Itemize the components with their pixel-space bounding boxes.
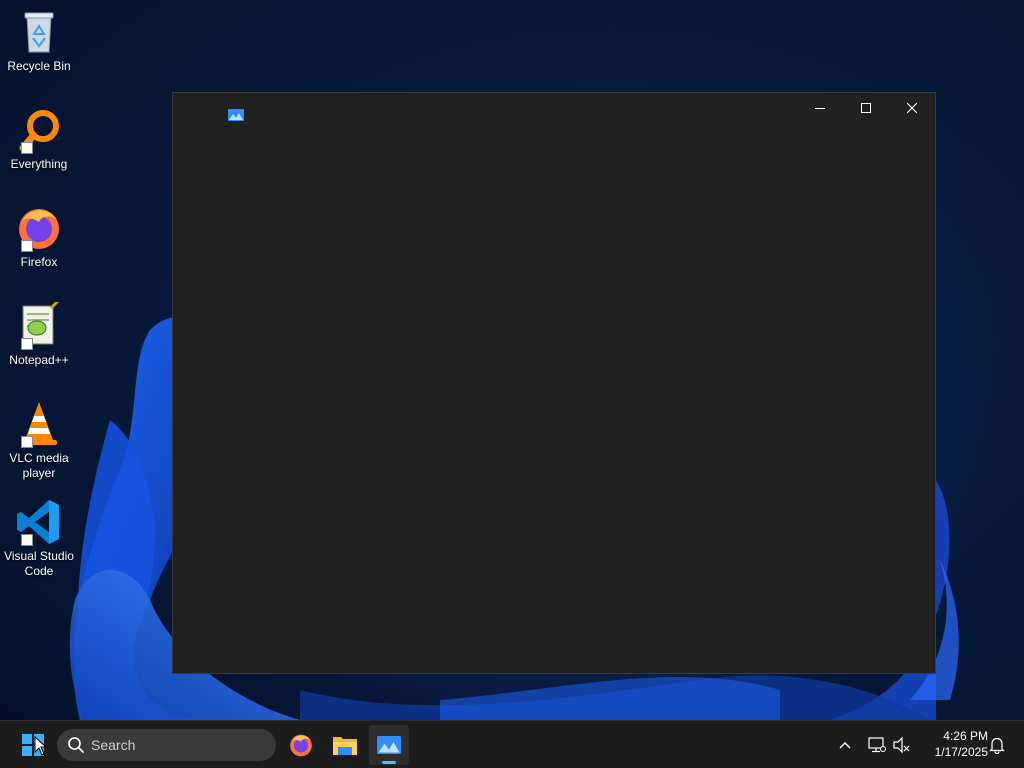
chevron-up-icon	[839, 742, 851, 749]
active-app-indicator	[382, 761, 396, 764]
maximize-icon	[861, 103, 871, 113]
firefox-icon	[290, 734, 312, 757]
photos-app-icon	[377, 736, 401, 754]
maximize-button[interactable]	[843, 93, 889, 123]
folder-icon	[333, 737, 357, 755]
bell-icon	[989, 737, 1005, 754]
desktop-icon-label: Everything	[10, 157, 68, 171]
window-titlebar[interactable]	[173, 93, 935, 123]
shortcut-arrow-icon	[21, 338, 33, 350]
vlc-cone-icon	[15, 400, 63, 448]
search-icon	[68, 737, 84, 753]
close-button[interactable]	[889, 93, 935, 123]
vscode-icon	[15, 498, 63, 546]
photos-app-icon	[228, 109, 244, 121]
desktop-icon-recycle-bin[interactable]: Recycle Bin	[2, 8, 76, 74]
taskbar-clock[interactable]: 4:26 PM 1/17/2025	[918, 728, 988, 760]
everything-search-icon	[15, 106, 63, 154]
minimize-button[interactable]	[797, 93, 843, 123]
app-window[interactable]	[172, 92, 936, 674]
desktop-icon-label: VLC media player	[9, 451, 69, 480]
desktop-icon-firefox[interactable]: Firefox	[2, 204, 76, 270]
desktop-icon-label: Visual Studio Code	[4, 549, 74, 578]
volume-tray-button[interactable]	[890, 733, 914, 757]
window-content	[173, 123, 935, 673]
shortcut-arrow-icon	[21, 436, 33, 448]
search-label: Search	[91, 737, 136, 753]
taskbar: Search 4:26 PM 1/17/2025	[0, 720, 1024, 768]
desktop-icon-label: Firefox	[20, 255, 58, 269]
clock-date: 1/17/2025	[934, 745, 988, 759]
firefox-icon	[15, 204, 63, 252]
shortcut-arrow-icon	[21, 142, 33, 154]
taskbar-photos-button[interactable]	[369, 725, 409, 765]
desktop-icon-everything[interactable]: Everything	[2, 106, 76, 172]
shortcut-arrow-icon	[21, 240, 33, 252]
clock-time: 4:26 PM	[943, 729, 988, 743]
shortcut-arrow-icon	[21, 534, 33, 546]
close-icon	[907, 103, 917, 113]
volume-muted-icon	[893, 737, 910, 753]
desktop-icon-label: Recycle Bin	[7, 59, 71, 73]
notifications-button[interactable]	[985, 733, 1009, 757]
desktop-icon-label: Notepad++	[9, 353, 69, 367]
taskbar-file-explorer-button[interactable]	[325, 725, 365, 765]
desktop-icon-vlc[interactable]: VLC media player	[2, 400, 76, 481]
desktop-icon-vscode[interactable]: Visual Studio Code	[2, 498, 76, 579]
desktop[interactable]: Recycle Bin Everything Firefox Notepad++…	[0, 0, 1024, 768]
taskbar-firefox-button[interactable]	[281, 725, 321, 765]
show-hidden-icons-button[interactable]	[833, 733, 857, 757]
taskbar-search-box[interactable]: Search	[57, 729, 276, 761]
network-icon	[868, 737, 886, 753]
mouse-cursor-icon	[34, 736, 48, 756]
desktop-icon-notepad-plus-plus[interactable]: Notepad++	[2, 298, 76, 368]
notepad-plus-plus-icon	[15, 298, 63, 350]
network-tray-button[interactable]	[865, 733, 889, 757]
recycle-bin-icon	[15, 8, 63, 56]
minimize-icon	[815, 108, 825, 109]
